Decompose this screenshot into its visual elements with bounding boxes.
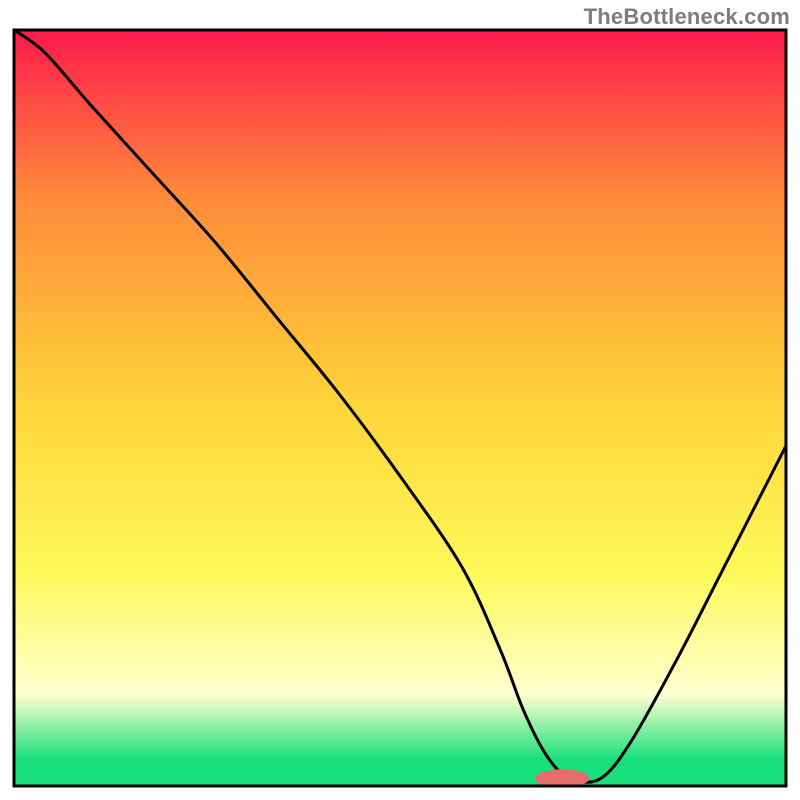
- plot-area: [14, 30, 786, 788]
- chart-stage: TheBottleneck.com: [0, 0, 800, 800]
- watermark-text: TheBottleneck.com: [584, 4, 790, 30]
- bottleneck-chart: [0, 0, 800, 800]
